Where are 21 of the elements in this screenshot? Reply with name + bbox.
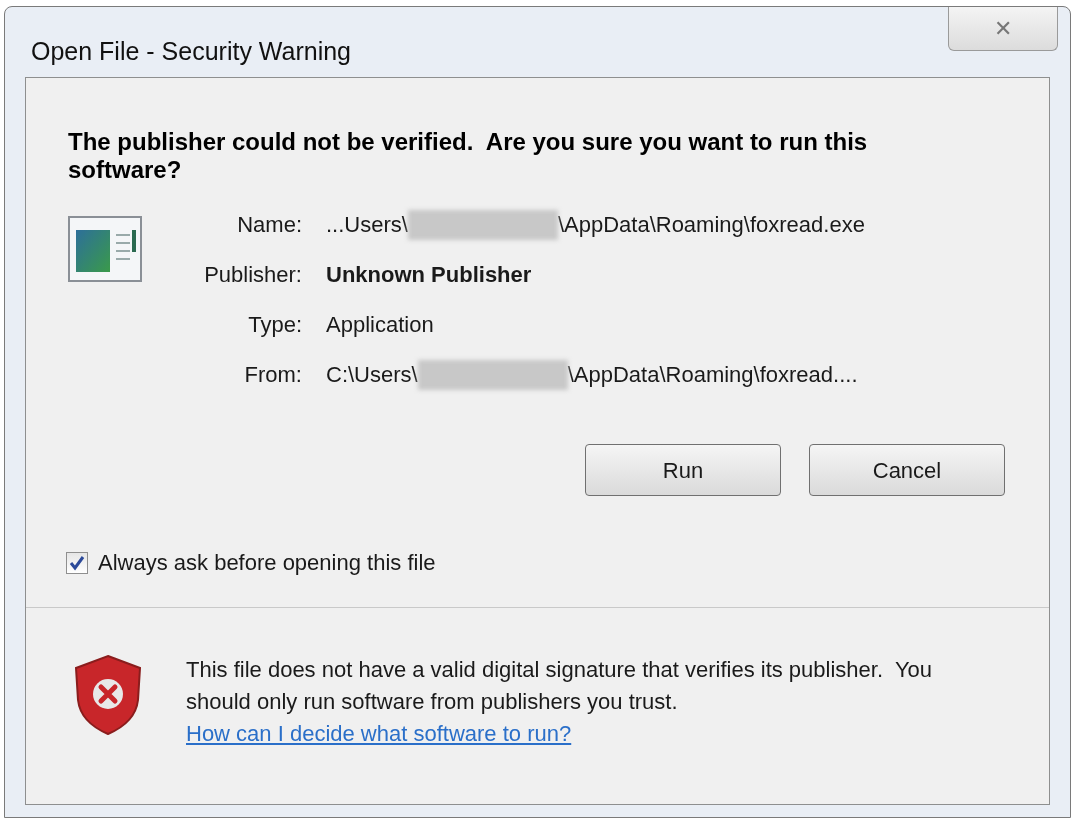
checkbox[interactable] [66, 551, 88, 574]
dialog-button[interactable]: Cancel [809, 444, 1005, 496]
field-value: \AppData\Roaming\foxread.exe [557, 211, 865, 239]
close-button[interactable]: ✕ [948, 7, 1058, 51]
field-value: ...Users\ [326, 211, 408, 239]
window-title: Open File - Security Warning [31, 36, 352, 67]
field-value: \AppData\Roaming\foxread.... [567, 361, 858, 389]
shield-error-icon [74, 654, 142, 736]
field-value: C:\Users\ [326, 361, 418, 389]
field-label: Publisher: [203, 261, 302, 289]
field-value: Application [326, 311, 434, 339]
field-label: Type: [247, 311, 302, 339]
help-link[interactable]: How can I decide what software to run? [186, 718, 572, 750]
warning-message: This file does not have a valid digital signature that verifies its publisher. You should only run software from publishers you trust. [186, 656, 933, 716]
checkbox-label: Always ask before opening this file [98, 549, 436, 577]
field-value: Unknown Publisher [326, 261, 532, 289]
field-label: Name: [236, 211, 302, 239]
warning-heading: The publisher could not be verified. Are you sure you want to run this software? [68, 128, 869, 184]
application-window-icon [68, 216, 142, 282]
field-label: From: [243, 361, 302, 389]
dialog-button[interactable]: Run [585, 444, 781, 496]
